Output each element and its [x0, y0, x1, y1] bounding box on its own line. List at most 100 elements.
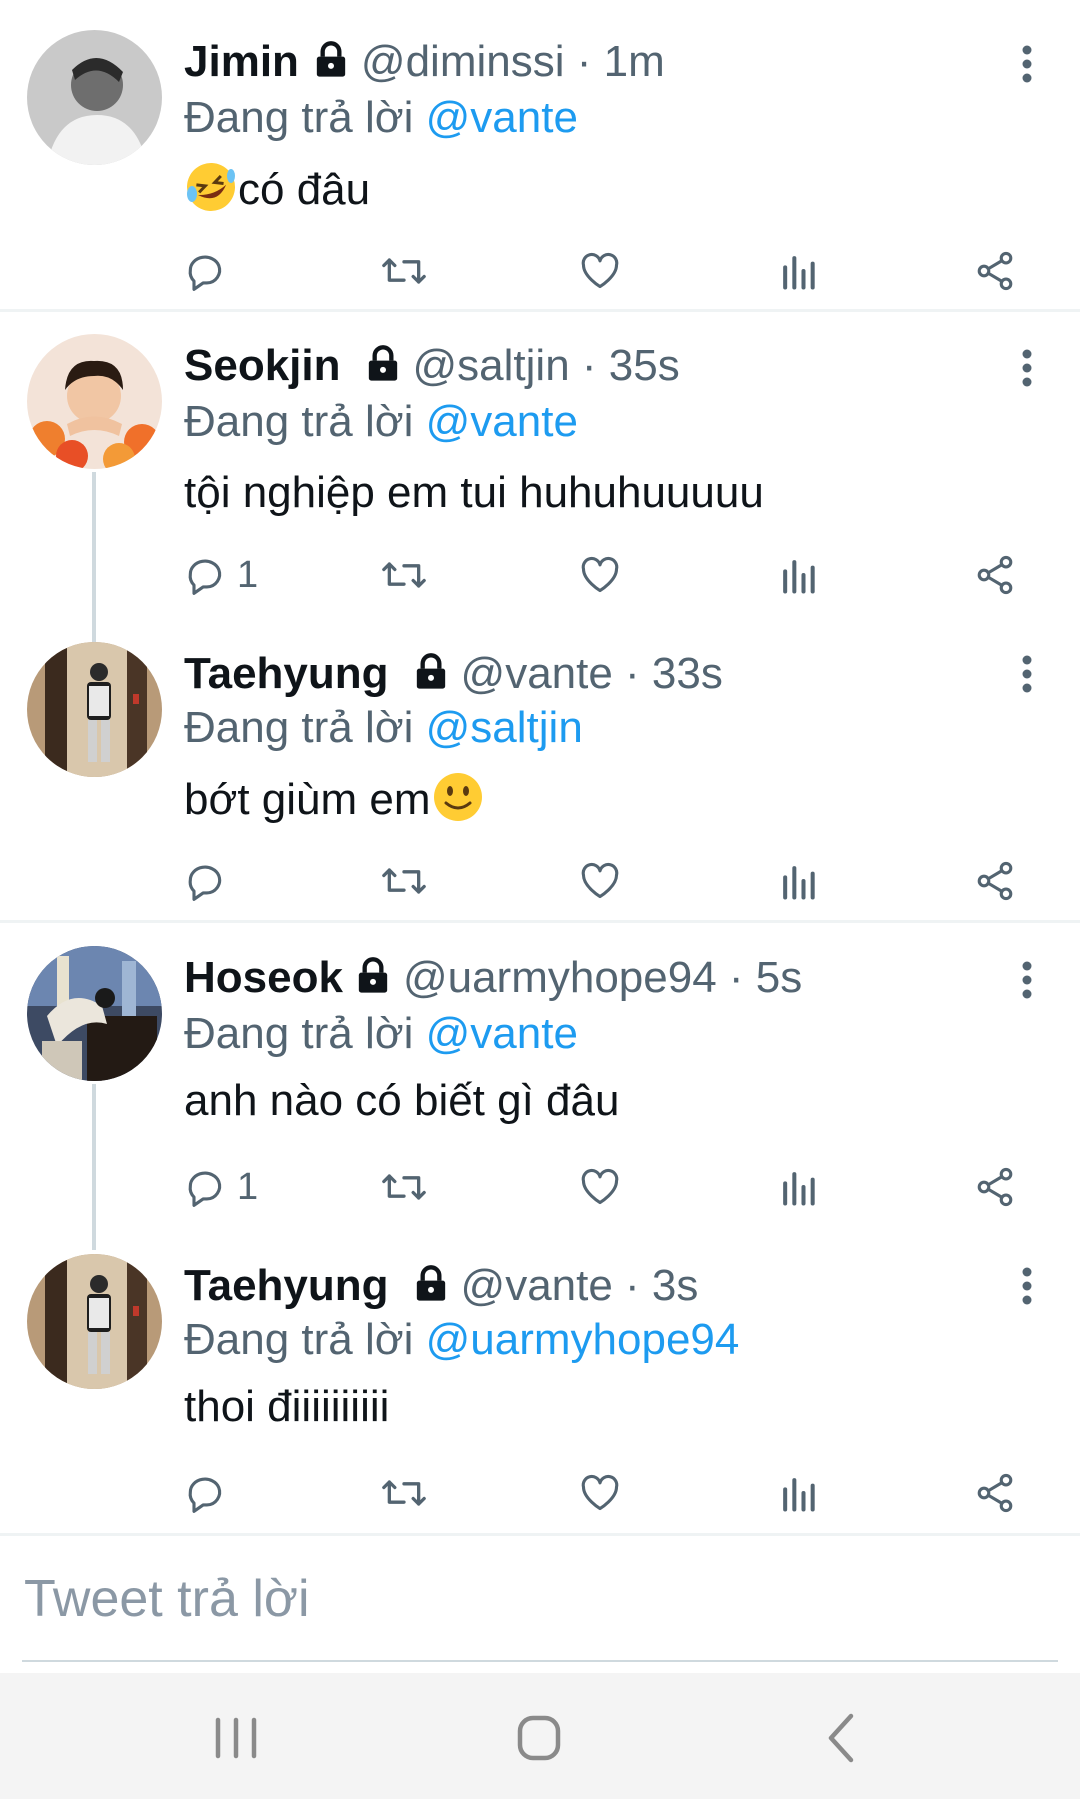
share-icon	[977, 1473, 1013, 1513]
analytics-button[interactable]	[778, 1162, 818, 1212]
share-button[interactable]	[973, 1468, 1017, 1518]
tweet-header: Taehyung @vante · 33s	[184, 648, 723, 704]
share-button[interactable]	[973, 246, 1017, 296]
heart-icon	[581, 252, 619, 289]
display-name[interactable]: Taehyung	[184, 1261, 389, 1310]
back-icon[interactable]	[803, 1708, 883, 1768]
share-button[interactable]	[973, 1162, 1017, 1212]
more-options-icon[interactable]	[1012, 344, 1042, 400]
replying-to-handle[interactable]: @saltjin	[426, 703, 583, 752]
display-name[interactable]: Hoseok	[184, 953, 343, 1002]
like-button[interactable]	[578, 1468, 622, 1518]
reply-button[interactable]	[183, 856, 237, 906]
reply-button[interactable]: 1	[183, 1162, 258, 1212]
replying-to: Đang trả lời @vante	[184, 396, 578, 448]
replying-to-handle[interactable]: @vante	[426, 397, 578, 446]
lock-icon	[411, 1264, 451, 1316]
analytics-button[interactable]	[778, 856, 818, 906]
replying-to: Đang trả lời @vante	[184, 1008, 578, 1060]
replying-to-handle[interactable]: @vante	[426, 1009, 578, 1058]
retweet-button[interactable]	[380, 246, 428, 296]
lock-icon	[311, 40, 351, 92]
avatar[interactable]	[27, 1254, 162, 1389]
retweet-button[interactable]	[380, 550, 428, 600]
analytics-icon	[783, 866, 815, 900]
reply-icon	[188, 1477, 222, 1513]
tweet[interactable]: Taehyung @vante · 33s Đang trả lời @saltj…	[0, 618, 1080, 924]
like-button[interactable]	[578, 550, 622, 600]
more-options-icon[interactable]	[1012, 40, 1042, 96]
replying-to: Đang trả lời @vante	[184, 92, 578, 144]
display-name[interactable]: Taehyung	[184, 649, 389, 698]
lock-icon	[363, 344, 403, 396]
reply-button[interactable]	[183, 246, 237, 296]
retweet-icon	[382, 868, 426, 894]
handle-timestamp[interactable]: @saltjin · 35s	[413, 341, 680, 390]
replying-to-handle[interactable]: @uarmyhope94	[426, 1315, 740, 1364]
reply-tweet-input[interactable]	[22, 1538, 1062, 1660]
analytics-icon	[783, 560, 815, 594]
tweet-actions	[0, 856, 1080, 906]
analytics-button[interactable]	[778, 1468, 818, 1518]
reply-button[interactable]	[183, 1468, 237, 1518]
replying-to-label: Đang trả lời	[184, 703, 414, 752]
avatar[interactable]	[27, 30, 162, 165]
slightly-smiling-face-emoji	[431, 770, 485, 837]
analytics-button[interactable]	[778, 550, 818, 600]
replying-to-handle[interactable]: @vante	[426, 93, 578, 142]
replying-to-label: Đang trả lời	[184, 1315, 414, 1364]
avatar[interactable]	[27, 946, 162, 1081]
retweet-button[interactable]	[380, 856, 428, 906]
share-button[interactable]	[973, 550, 1017, 600]
home-icon[interactable]	[499, 1708, 579, 1768]
handle-timestamp[interactable]: @diminssi · 1m	[361, 37, 665, 86]
avatar[interactable]	[27, 642, 162, 777]
handle-timestamp[interactable]: @vante · 33s	[461, 649, 723, 698]
reply-button[interactable]: 1	[183, 550, 258, 600]
display-name[interactable]: Seokjin	[184, 341, 341, 390]
reply-icon	[188, 255, 222, 291]
tweet[interactable]: Hoseok @uarmyhope94 · 5s Đang trả lời @va…	[0, 924, 1080, 1230]
reply-composer	[0, 1538, 1080, 1660]
like-button[interactable]	[578, 246, 622, 296]
tweet-text: thoi điiiiiiiiii	[184, 1382, 390, 1431]
like-button[interactable]	[578, 856, 622, 906]
display-name[interactable]: Jimin	[184, 37, 299, 86]
tweet-actions	[0, 246, 1080, 296]
tweet-header: Seokjin @saltjin · 35s	[184, 340, 680, 396]
reply-count: 1	[237, 553, 259, 596]
tweet-header: Taehyung @vante · 3s	[184, 1260, 698, 1316]
handle-timestamp[interactable]: @uarmyhope94 · 5s	[403, 953, 802, 1002]
tweet-text-content: có đâu	[238, 165, 371, 214]
lock-icon	[411, 652, 451, 704]
more-options-icon[interactable]	[1012, 1262, 1042, 1318]
retweet-icon	[382, 562, 426, 588]
more-options-icon[interactable]	[1012, 956, 1042, 1012]
heart-icon	[581, 1168, 619, 1205]
retweet-icon	[382, 1480, 426, 1506]
avatar[interactable]	[27, 334, 162, 469]
tweet[interactable]: Taehyung @vante · 3s Đang trả lời @uarmyh…	[0, 1230, 1080, 1536]
tweet-text: tội nghiệp em tui huhuhuuuuu	[184, 468, 764, 517]
analytics-icon	[783, 256, 815, 290]
recent-apps-icon[interactable]	[196, 1708, 276, 1768]
share-icon	[977, 1167, 1013, 1207]
share-icon	[977, 861, 1013, 901]
tweet[interactable]: Jimin @diminssi · 1m Đang trả lời @vante …	[0, 0, 1080, 312]
retweet-button[interactable]	[380, 1468, 428, 1518]
replying-to-label: Đang trả lời	[184, 93, 414, 142]
reply-icon	[188, 865, 222, 901]
like-button[interactable]	[578, 1162, 622, 1212]
tweet-actions: 1	[0, 550, 1080, 600]
reply-icon	[188, 1171, 222, 1207]
replying-to-label: Đang trả lời	[184, 397, 414, 446]
retweet-button[interactable]	[380, 1162, 428, 1212]
more-options-icon[interactable]	[1012, 650, 1042, 706]
tweet-header: Hoseok @uarmyhope94 · 5s	[184, 952, 802, 1008]
tweet[interactable]: Seokjin @saltjin · 35s Đang trả lời @vant…	[0, 312, 1080, 618]
share-button[interactable]	[973, 856, 1017, 906]
handle-timestamp[interactable]: @vante · 3s	[461, 1261, 699, 1310]
analytics-icon	[783, 1478, 815, 1512]
tweet-separator	[0, 920, 1080, 923]
analytics-button[interactable]	[778, 246, 818, 296]
